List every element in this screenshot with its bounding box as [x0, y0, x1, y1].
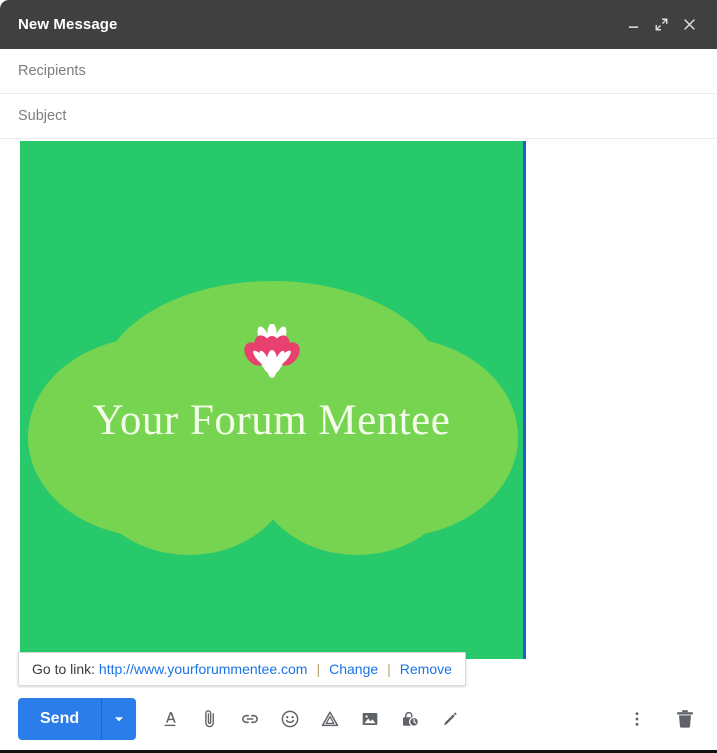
insert-drive-file-icon[interactable] — [314, 703, 346, 735]
caret-down-icon — [115, 717, 124, 722]
close-button[interactable] — [675, 11, 703, 39]
link-popup: Go to link: http://www.yourforummentee.c… — [18, 652, 466, 686]
compose-window: New Message Recipients Subject Your Foru… — [0, 0, 717, 753]
link-popup-separator-2: | — [387, 661, 391, 677]
confidential-mode-icon[interactable] — [394, 703, 426, 735]
attach-file-icon[interactable] — [194, 703, 226, 735]
compose-title: New Message — [18, 16, 118, 33]
toolbar-right-group — [621, 703, 701, 735]
send-options-dropdown[interactable] — [101, 698, 136, 740]
link-popup-remove-button[interactable]: Remove — [400, 661, 452, 677]
link-popup-url[interactable]: http://www.yourforummentee.com — [99, 661, 308, 677]
minimize-button[interactable] — [619, 11, 647, 39]
recipients-row[interactable] — [0, 49, 717, 94]
link-popup-label: Go to link: — [32, 661, 96, 677]
subject-row[interactable] — [0, 94, 717, 139]
banner-title: Your Forum Mentee — [92, 397, 451, 444]
toolbar-icon-group — [154, 703, 466, 735]
compose-toolbar: Send — [0, 688, 717, 750]
formatting-options-icon[interactable] — [154, 703, 186, 735]
expand-button[interactable] — [647, 11, 675, 39]
discard-draft-icon[interactable] — [669, 703, 701, 735]
insert-signature-icon[interactable] — [434, 703, 466, 735]
banner-image[interactable]: Your Forum Mentee — [20, 141, 523, 659]
link-popup-change-button[interactable]: Change — [329, 661, 378, 677]
message-body[interactable]: Your Forum Mentee Go to link: http://www… — [0, 139, 717, 688]
link-popup-separator-1: | — [316, 661, 321, 677]
insert-link-icon[interactable] — [234, 703, 266, 735]
inserted-image-selection[interactable]: Your Forum Mentee — [20, 141, 526, 659]
compose-titlebar: New Message — [0, 0, 717, 49]
insert-emoji-icon[interactable] — [274, 703, 306, 735]
recipients-input[interactable] — [18, 63, 699, 79]
more-options-icon[interactable] — [621, 703, 653, 735]
insert-photo-icon[interactable] — [354, 703, 386, 735]
send-button[interactable]: Send — [18, 698, 101, 740]
send-group[interactable]: Send — [18, 698, 137, 740]
flower-icon — [243, 324, 300, 378]
subject-input[interactable] — [18, 108, 699, 124]
